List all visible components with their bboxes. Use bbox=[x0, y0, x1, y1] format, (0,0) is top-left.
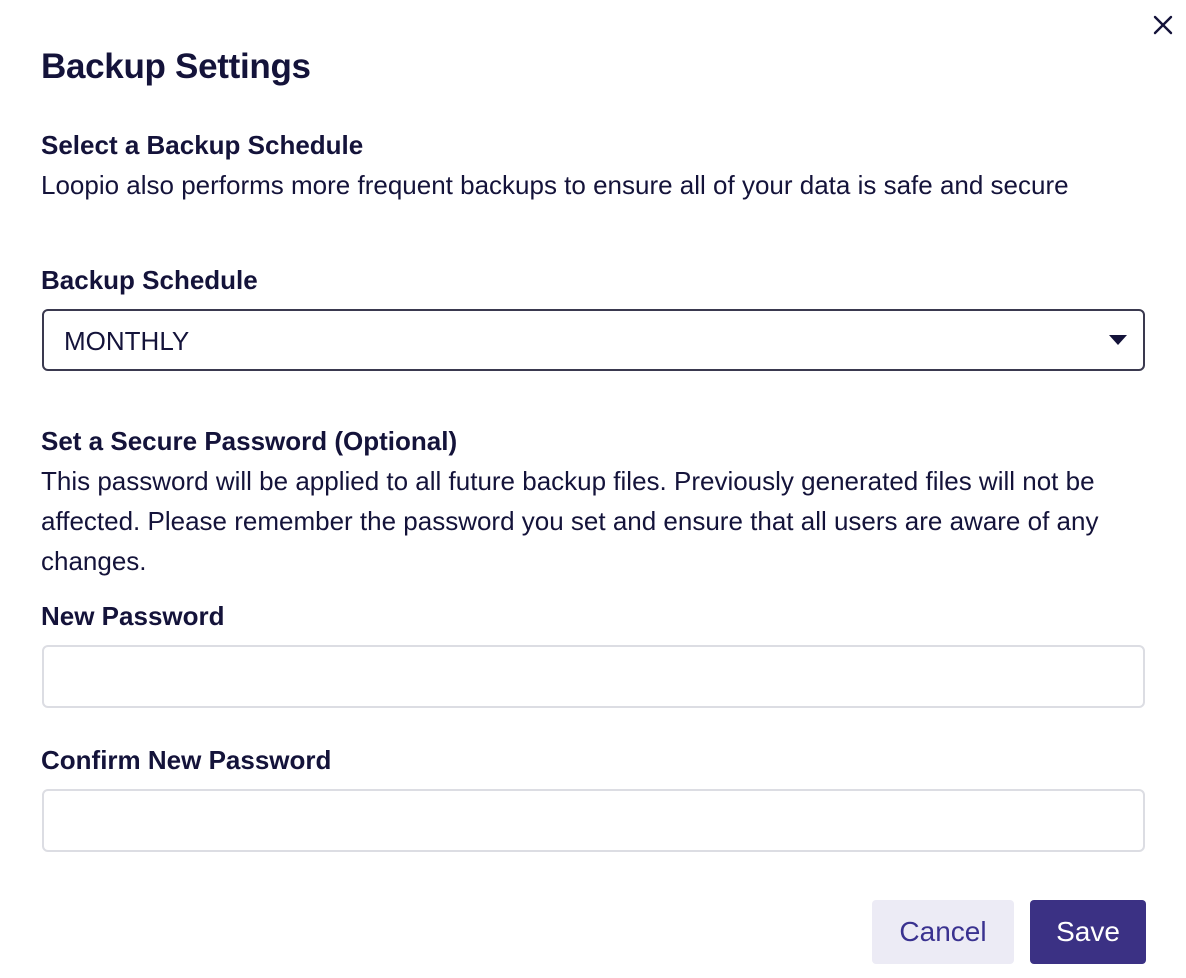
backup-schedule-label: Backup Schedule bbox=[41, 265, 258, 295]
close-icon bbox=[1153, 15, 1173, 35]
caret-down-icon bbox=[1109, 335, 1127, 345]
dialog-title: Backup Settings bbox=[41, 47, 311, 86]
new-password-input[interactable] bbox=[42, 645, 1145, 708]
cancel-button[interactable]: Cancel bbox=[872, 900, 1014, 964]
schedule-section-heading: Select a Backup Schedule bbox=[41, 130, 364, 160]
password-section-description: This password will be applied to all fut… bbox=[41, 466, 1099, 576]
password-section-heading: Set a Secure Password (Optional) bbox=[41, 426, 458, 456]
confirm-password-input[interactable] bbox=[42, 789, 1145, 852]
save-button[interactable]: Save bbox=[1030, 900, 1146, 964]
backup-schedule-select[interactable]: MONTHLY bbox=[42, 309, 1145, 371]
schedule-section-description: Loopio also performs more frequent backu… bbox=[41, 170, 1069, 200]
new-password-label: New Password bbox=[41, 601, 225, 631]
close-button[interactable] bbox=[1148, 10, 1178, 40]
confirm-password-label: Confirm New Password bbox=[41, 745, 332, 775]
backup-settings-dialog: Backup Settings Select a Backup Schedule… bbox=[0, 0, 1186, 978]
backup-schedule-selected-value: MONTHLY bbox=[64, 326, 190, 356]
